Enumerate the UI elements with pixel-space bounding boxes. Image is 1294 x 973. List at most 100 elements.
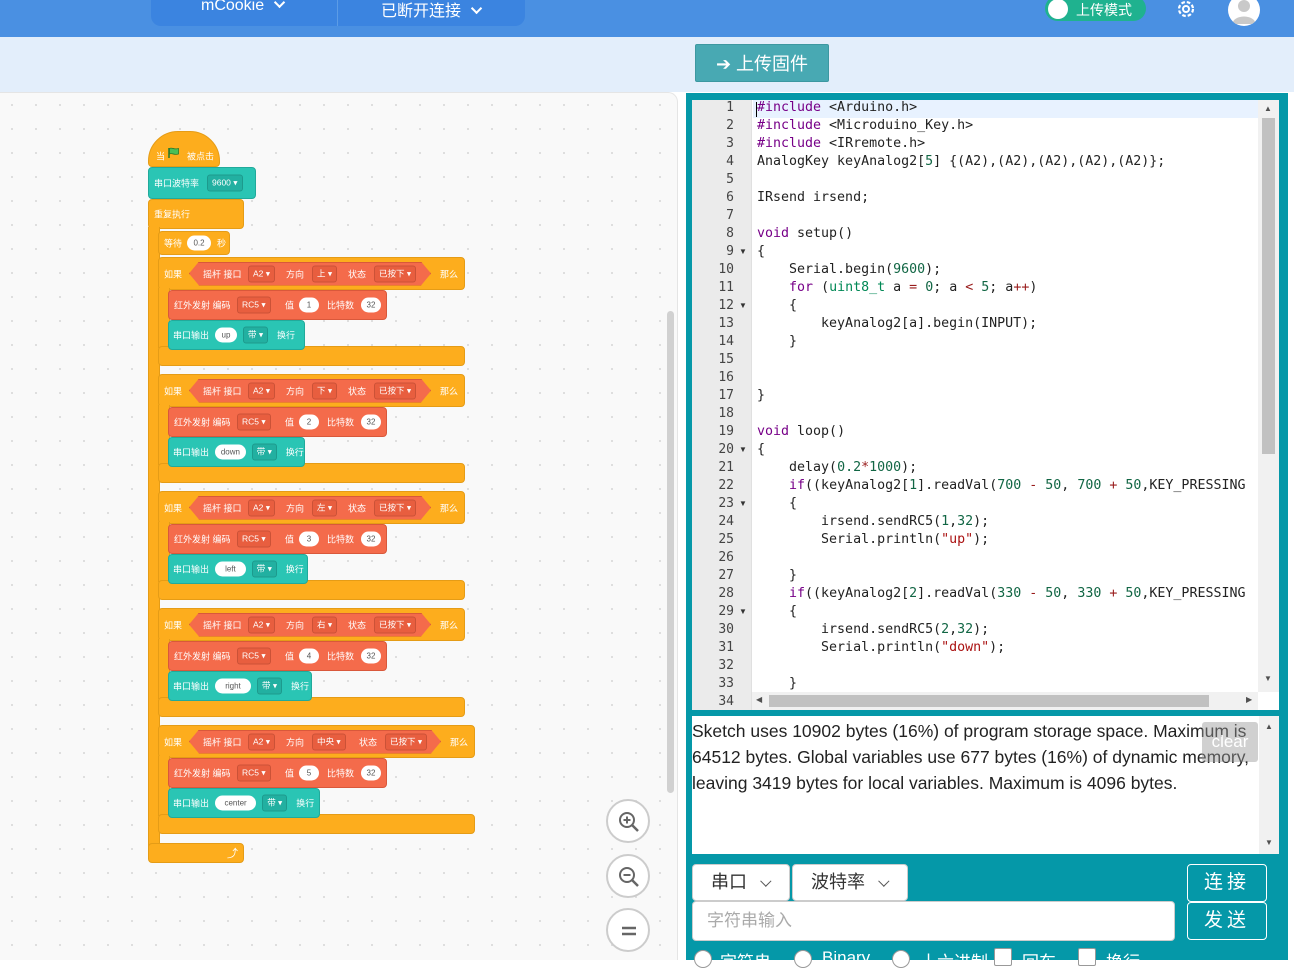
direction-dropdown[interactable]: 中央 ▾ [312,733,346,750]
zoom-in-icon[interactable] [606,799,650,843]
ir-code-dropdown[interactable]: RC5 ▾ [237,764,271,782]
ir-value-input[interactable]: 4 [299,648,319,664]
editor-horizontal-scrollbar[interactable]: ◀ ▶ [752,692,1258,710]
state-dropdown[interactable]: 已按下 ▾ [385,733,427,750]
ir-code-dropdown[interactable]: RC5 ▾ [237,296,271,314]
fold-arrow-icon[interactable]: ▼ [739,301,747,310]
serial-output-block[interactable]: 串口输出 down 带 ▾ 换行 [168,437,305,467]
scroll-up-icon[interactable]: ▲ [1264,104,1272,113]
serial-port-select[interactable]: 串口 [692,864,790,901]
baud-rate-select[interactable]: 波特率 [792,864,908,901]
serial-mode-dropdown[interactable]: 带 ▾ [251,443,277,461]
port-dropdown[interactable]: A2 ▾ [248,265,275,282]
serial-mode-dropdown[interactable]: 带 ▾ [251,560,277,578]
code-editor[interactable]: 1 2 3 4 5 6 7 8 9 ▼ 10 11 12 ▼ 13 14 15 16 17 18 19 20 ▼ 21 22 23… [692,100,1279,710]
ir-value-input[interactable]: 3 [299,531,319,547]
scroll-right-icon[interactable]: ▶ [1246,695,1252,704]
port-dropdown[interactable]: A2 ▾ [248,733,275,750]
serial-mode-dropdown[interactable]: 带 ▾ [243,326,269,344]
connection-select[interactable]: 已断开连接 [381,0,483,21]
editor-vertical-scrollbar[interactable]: ▲ ▼ [1258,100,1279,692]
if-block[interactable]: 如果 摇杆 接口 A2 ▾ 方向左 ▾ 状态 已按下 ▾ 那么 [158,491,465,524]
serial-text-input[interactable]: left [215,561,246,577]
scroll-left-icon[interactable]: ◀ [756,695,762,704]
ir-send-block[interactable]: 红外发射 编码 RC5 ▾ 值 2 比特数 32 [168,407,387,437]
scroll-thumb[interactable] [1262,118,1275,454]
serial-output-block[interactable]: 串口输出 center 带 ▾ 换行 [168,788,320,818]
direction-dropdown[interactable]: 上 ▾ [312,265,337,282]
joystick-condition[interactable]: 摇杆 接口 A2 ▾ 方向 中央 ▾ 状态 已按下 ▾ [189,730,441,754]
port-dropdown[interactable]: A2 ▾ [248,499,275,516]
serial-text-input[interactable]: up [215,327,237,343]
radio-binary[interactable] [794,950,812,968]
direction-dropdown[interactable]: 左 ▾ [312,499,337,516]
direction-dropdown[interactable]: 右 ▾ [312,616,337,633]
ir-code-dropdown[interactable]: RC5 ▾ [237,413,271,431]
ir-value-input[interactable]: 5 [299,765,319,781]
clear-button[interactable]: clear [1202,722,1258,762]
serial-output-block[interactable]: 串口输出 up 带 ▾ 换行 [168,320,305,350]
port-dropdown[interactable]: A2 ▾ [248,616,275,633]
upload-mode-toggle[interactable]: 上传模式 [1045,0,1146,21]
ir-send-block[interactable]: 红外发射 编码 RC5 ▾ 值 3 比特数 32 [168,524,387,554]
serial-mode-dropdown[interactable]: 带 ▾ [257,677,283,695]
zoom-reset-icon[interactable] [606,908,650,952]
radio-hex[interactable] [892,950,910,968]
serial-text-input[interactable]: down [215,444,246,460]
when-flag-clicked-block[interactable]: 当 被点击 [148,131,220,167]
device-select[interactable]: mCookie [201,0,286,15]
if-block[interactable]: 如果 摇杆 接口 A2 ▾ 方向右 ▾ 状态 已按下 ▾ 那么 [158,608,465,641]
scroll-thumb[interactable] [769,695,1209,707]
console-scrollbar[interactable]: ▲ ▼ [1259,716,1279,854]
fold-arrow-icon[interactable]: ▼ [739,247,747,256]
if-block[interactable]: 如果 摇杆 接口 A2 ▾ 方向下 ▾ 状态 已按下 ▾ 那么 [158,374,465,407]
direction-dropdown[interactable]: 下 ▾ [312,382,337,399]
bits-input[interactable]: 32 [361,297,381,313]
avatar[interactable] [1228,0,1260,26]
serial-text-input[interactable]: right [215,678,251,694]
send-button[interactable]: 发送 [1187,902,1267,940]
wait-value-input[interactable]: 0.2 [187,235,211,251]
joystick-condition[interactable]: 摇杆 接口 A2 ▾ 方向左 ▾ 状态 已按下 ▾ [189,496,431,520]
serial-output-block[interactable]: 串口输出 left 带 ▾ 换行 [168,554,308,584]
port-dropdown[interactable]: A2 ▾ [248,382,275,399]
ir-send-block[interactable]: 红外发射 编码 RC5 ▾ 值 1 比特数 32 [168,290,387,320]
baud-dropdown[interactable]: 9600 ▾ [207,174,243,192]
if-block[interactable]: 如果 摇杆 接口 A2 ▾ 方向 中央 ▾ 状态 已按下 ▾ 那么 [158,725,475,758]
fold-arrow-icon[interactable]: ▼ [739,445,747,454]
bits-input[interactable]: 32 [361,765,381,781]
bits-input[interactable]: 32 [361,414,381,430]
joystick-condition[interactable]: 摇杆 接口 A2 ▾ 方向右 ▾ 状态 已按下 ▾ [189,613,431,637]
ir-code-dropdown[interactable]: RC5 ▾ [237,647,271,665]
state-dropdown[interactable]: 已按下 ▾ [374,616,416,633]
state-dropdown[interactable]: 已按下 ▾ [374,499,416,516]
serial-baud-block[interactable]: 串口波特率 9600 ▾ [148,167,256,199]
block-workspace[interactable]: 当被点击 串口波特率 9600 ▾ 重复执行 ⤴ 等待 0.2 秒如果 摇杆 接口 A2 ▾ 方向上… [0,92,678,960]
state-dropdown[interactable]: 已按下 ▾ [374,382,416,399]
state-dropdown[interactable]: 已按下 ▾ [374,265,416,282]
joystick-condition[interactable]: 摇杆 接口 A2 ▾ 方向上 ▾ 状态 已按下 ▾ [189,262,431,286]
wait-block[interactable]: 等待 0.2 秒 [158,231,230,255]
gear-icon[interactable] [1174,0,1198,21]
scroll-down-icon[interactable]: ▼ [1265,838,1273,847]
ir-value-input[interactable]: 2 [299,414,319,430]
serial-text-input[interactable]: center [215,795,257,811]
zoom-out-icon[interactable] [606,854,650,898]
serial-output-block[interactable]: 串口输出 right 带 ▾ 换行 [168,671,312,701]
ir-code-dropdown[interactable]: RC5 ▾ [237,530,271,548]
bits-input[interactable]: 32 [361,531,381,547]
bits-input[interactable]: 32 [361,648,381,664]
ir-value-input[interactable]: 1 [299,297,319,313]
serial-input[interactable]: 字符串输入 [692,901,1175,941]
output-console[interactable]: Sketch uses 10902 bytes (16%) of program… [692,716,1279,854]
checkbox-newline[interactable] [1078,948,1096,966]
joystick-condition[interactable]: 摇杆 接口 A2 ▾ 方向下 ▾ 状态 已按下 ▾ [189,379,431,403]
checkbox-echo[interactable] [994,948,1012,966]
upload-firmware-button[interactable]: ➔ 上传固件 [695,44,829,82]
radio-string[interactable] [694,950,712,968]
connect-button[interactable]: 连接 [1187,864,1267,902]
fold-arrow-icon[interactable]: ▼ [739,499,747,508]
workspace-scrollbar[interactable] [667,311,674,793]
ir-send-block[interactable]: 红外发射 编码 RC5 ▾ 值 5 比特数 32 [168,758,387,788]
scroll-down-icon[interactable]: ▼ [1264,674,1272,683]
